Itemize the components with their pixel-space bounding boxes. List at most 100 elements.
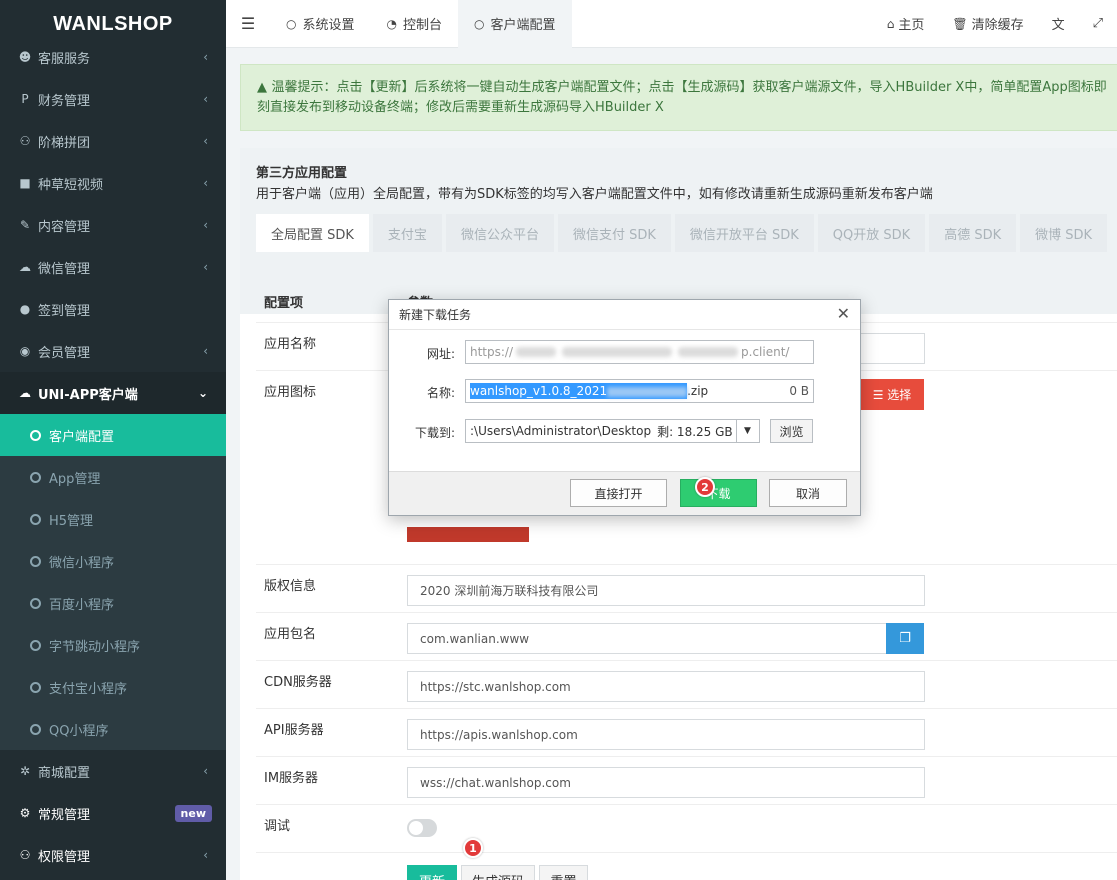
sidebar-item-label: 会员管理: [38, 345, 91, 361]
sidebar-item-shop-config[interactable]: ✲ 商城配置 ‹: [0, 750, 226, 792]
tab-wechat-mp[interactable]: 微信公众平台: [445, 214, 554, 252]
caret-down-icon[interactable]: ▼: [736, 419, 760, 443]
sidebar-subitem-wechat-mini[interactable]: 微信小程序: [0, 540, 226, 582]
top-header: ☰ ○ 系统设置 ◔ 控制台 ○ 客户端配置 ⌂ 主页 🗑 清除缓存 文 ⤢: [226, 0, 1117, 48]
api-input[interactable]: https://apis.wanlshop.com: [407, 719, 925, 750]
sidebar-item-label: 种草短视频: [38, 177, 104, 193]
size-value: 0 B: [789, 384, 809, 398]
tab-amap[interactable]: 高德 SDK: [929, 214, 1017, 252]
update-button[interactable]: 更新: [407, 865, 457, 880]
url-redacted: [562, 347, 673, 357]
new-badge: new: [174, 804, 212, 822]
sidebar-item-members[interactable]: ◉ 会员管理 ‹: [0, 330, 226, 372]
name-start: wanlshop_v1.0.8_2021: [470, 384, 608, 398]
user-circle-icon: ◉: [19, 344, 31, 358]
tab-wechat-open[interactable]: 微信开放平台 SDK: [674, 214, 814, 252]
sidebar-subitem-label: App管理: [49, 471, 101, 487]
home-icon: ⌂: [886, 16, 895, 31]
tab-dashboard[interactable]: ◔ 控制台: [371, 0, 459, 48]
tab-wechat-pay[interactable]: 微信支付 SDK: [557, 214, 671, 252]
home-label: 主页: [898, 18, 925, 33]
panel-description: 用于客户端（应用）全局配置，带有为SDK标签的均写入客户端配置文件中，如有修改请…: [256, 187, 933, 202]
sidebar-subitem-qq-mini[interactable]: QQ小程序: [0, 708, 226, 750]
tab-alipay[interactable]: 支付宝: [372, 214, 442, 252]
language-button[interactable]: 文: [1038, 14, 1079, 33]
sidebar-subitem-h5[interactable]: H5管理: [0, 498, 226, 540]
tab-weibo[interactable]: 微博 SDK: [1020, 214, 1108, 252]
sidebar-item-signin[interactable]: ● 签到管理: [0, 288, 226, 330]
alert-text: 点击【更新】后系统将一键自动生成客户端配置文件；点击【生成源码】获取客户端源文件…: [257, 80, 1107, 115]
delete-image-button[interactable]: [407, 527, 529, 542]
chevron-down-icon: ⌄: [197, 386, 208, 400]
language-icon: 文: [1051, 18, 1065, 33]
cdn-input[interactable]: https://stc.wanlshop.com: [407, 671, 925, 702]
chevron-left-icon: ‹: [203, 134, 208, 148]
clear-cache-button[interactable]: 🗑 清除缓存: [938, 14, 1037, 34]
row-label: 应用包名: [264, 627, 317, 642]
table-row: 调试: [256, 804, 1117, 852]
chevron-left-icon: ‹: [203, 50, 208, 64]
sidebar-item-permissions[interactable]: ⚇ 权限管理 ‹: [0, 834, 226, 876]
fullscreen-button[interactable]: ⤢: [1079, 16, 1117, 31]
home-button[interactable]: ⌂ 主页: [873, 14, 939, 34]
warning-icon: ▲: [257, 80, 272, 95]
tab-qq-open[interactable]: QQ开放 SDK: [817, 214, 926, 252]
tab-label: 控制台: [402, 18, 442, 33]
sidebar-item-wechat[interactable]: ☁ 微信管理 ‹: [0, 246, 226, 288]
table-row: API服务器 https://apis.wanlshop.com: [256, 708, 1117, 756]
sidebar-item-finance[interactable]: P 财务管理 ‹: [0, 78, 226, 120]
chevron-left-icon: ‹: [203, 260, 208, 274]
im-input[interactable]: wss://chat.wanlshop.com: [407, 767, 925, 798]
row-label: 应用图标: [264, 385, 317, 400]
choose-button[interactable]: ☰ 选择: [860, 379, 924, 410]
circle-icon: [30, 555, 41, 567]
dialog-title: 新建下载任务: [389, 300, 860, 330]
tab-global-sdk[interactable]: 全局配置 SDK: [256, 214, 369, 252]
reset-button[interactable]: 重置: [539, 865, 588, 880]
save-path-field[interactable]: :\Users\Administrator\Desktop 剩: 18.25 G…: [465, 419, 737, 443]
sidebar-subitem-client-config[interactable]: 客户端配置: [0, 414, 226, 456]
sdk-tabs: 全局配置 SDK 支付宝 微信公众平台 微信支付 SDK 微信开放平台 SDK …: [256, 214, 1111, 252]
circle-icon: [30, 513, 41, 525]
url-label: 网址:: [426, 347, 455, 361]
sidebar-item-short-video[interactable]: ■ 种草短视频 ‹: [0, 162, 226, 204]
download-button[interactable]: 下载: [680, 479, 757, 507]
package-input[interactable]: com.wanlian.www: [407, 623, 887, 654]
open-directly-button[interactable]: 直接打开: [570, 479, 667, 507]
circle-icon: [30, 681, 41, 693]
url-field[interactable]: https:// p.client/: [465, 340, 814, 364]
menu-toggle-icon[interactable]: ☰: [226, 0, 270, 48]
sidebar-item-uniapp[interactable]: ☁ UNI-APP客户端 ⌄: [0, 372, 226, 414]
sidebar-subitem-baidu-mini[interactable]: 百度小程序: [0, 582, 226, 624]
users-icon: ⚇: [19, 134, 31, 148]
close-icon[interactable]: ✕: [837, 306, 850, 322]
sidebar-item-label: 签到管理: [38, 303, 91, 319]
sidebar-item-content[interactable]: ✎ 内容管理 ‹: [0, 204, 226, 246]
sidebar-item-group-buy[interactable]: ⚇ 阶梯拼团 ‹: [0, 120, 226, 162]
copy-icon[interactable]: ❐: [886, 623, 924, 654]
sidebar-item-label: 客服服务: [38, 51, 91, 67]
chevron-left-icon: ‹: [203, 176, 208, 190]
sidebar-subitem-alipay-mini[interactable]: 支付宝小程序: [0, 666, 226, 708]
browse-button[interactable]: 浏览: [770, 419, 813, 443]
cancel-button[interactable]: 取消: [769, 479, 847, 507]
copyright-input[interactable]: 2020 深圳前海万联科技有限公司: [407, 575, 925, 606]
name-field[interactable]: wanlshop_v1.0.8_2021 .zip 0 B: [465, 379, 814, 403]
row-label: API服务器: [264, 723, 324, 738]
chevron-left-icon: ‹: [203, 764, 208, 778]
circle-icon: [30, 597, 41, 609]
chevron-left-icon: ‹: [203, 344, 208, 358]
debug-toggle[interactable]: [407, 819, 437, 837]
fullscreen-icon: ⤢: [1092, 16, 1103, 31]
tab-system-settings[interactable]: ○ 系统设置: [270, 0, 371, 48]
generate-source-button[interactable]: 生成源码: [461, 865, 535, 880]
chevron-left-icon: ‹: [203, 218, 208, 232]
sidebar-subitem-label: 微信小程序: [49, 555, 115, 571]
url-start: https://: [470, 345, 514, 359]
cogs-icon: ⚙: [19, 806, 31, 820]
sidebar-subitem-bytedance-mini[interactable]: 字节跳动小程序: [0, 624, 226, 666]
sidebar-item-general[interactable]: ⚙ 常规管理 new: [0, 792, 226, 834]
sidebar-subitem-app[interactable]: App管理: [0, 456, 226, 498]
tab-client-config[interactable]: ○ 客户端配置: [458, 0, 572, 48]
table-row: 应用包名 com.wanlian.www ❐: [256, 612, 1117, 660]
